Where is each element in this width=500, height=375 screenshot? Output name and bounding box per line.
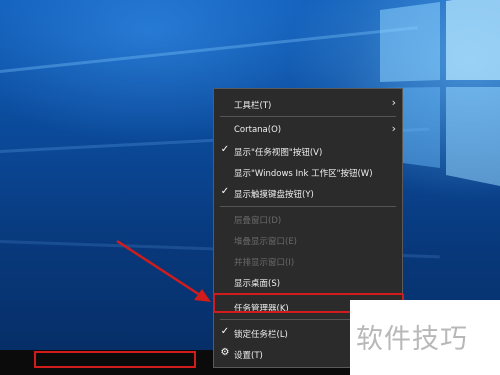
watermark-text: 软件技巧 [356, 324, 468, 355]
check-icon: ✓ [220, 326, 230, 337]
chevron-right-icon: › [391, 122, 396, 135]
menu-item-toolbars[interactable]: 工具栏(T) › [214, 94, 402, 114]
chevron-right-icon: › [391, 96, 396, 109]
menu-item-cascade-windows: 层叠窗口(D) [214, 209, 402, 229]
menu-item-label: 堆叠显示窗口(E) [234, 237, 298, 247]
check-icon: ✓ [220, 186, 230, 197]
menu-item-task-view-button[interactable]: ✓ 显示"任务视图"按钮(V) [214, 141, 402, 161]
menu-item-label: 并排显示窗口(I) [234, 258, 295, 268]
menu-item-label: 锁定任务栏(L) [234, 330, 288, 340]
menu-item-side-by-side-windows: 并排显示窗口(I) [214, 251, 402, 271]
menu-item-cortana[interactable]: Cortana(O) › [214, 120, 402, 140]
menu-item-stack-windows: 堆叠显示窗口(E) [214, 230, 402, 250]
menu-item-windows-ink-button[interactable]: 显示"Windows Ink 工作区"按钮(W) [214, 162, 402, 182]
gear-icon: ⚙ [220, 347, 230, 358]
menu-separator [220, 116, 396, 117]
menu-item-touch-keyboard-button[interactable]: ✓ 显示触摸键盘按钮(Y) [214, 183, 402, 203]
menu-item-label: 显示触摸键盘按钮(Y) [234, 190, 314, 200]
menu-item-label: 显示"任务视图"按钮(V) [234, 148, 323, 158]
menu-item-label: 显示"Windows Ink 工作区"按钮(W) [234, 169, 373, 179]
check-icon: ✓ [220, 144, 230, 155]
menu-item-label: 显示桌面(S) [234, 279, 281, 289]
menu-item-label: 设置(T) [234, 351, 263, 361]
menu-item-show-desktop[interactable]: 显示桌面(S) [214, 272, 402, 292]
menu-item-label: 层叠窗口(D) [234, 216, 282, 226]
taskbar-highlight-box[interactable] [34, 351, 196, 368]
menu-item-label: 工具栏(T) [234, 101, 272, 111]
menu-separator [220, 206, 396, 207]
menu-item-label: Cortana(O) [234, 125, 282, 135]
